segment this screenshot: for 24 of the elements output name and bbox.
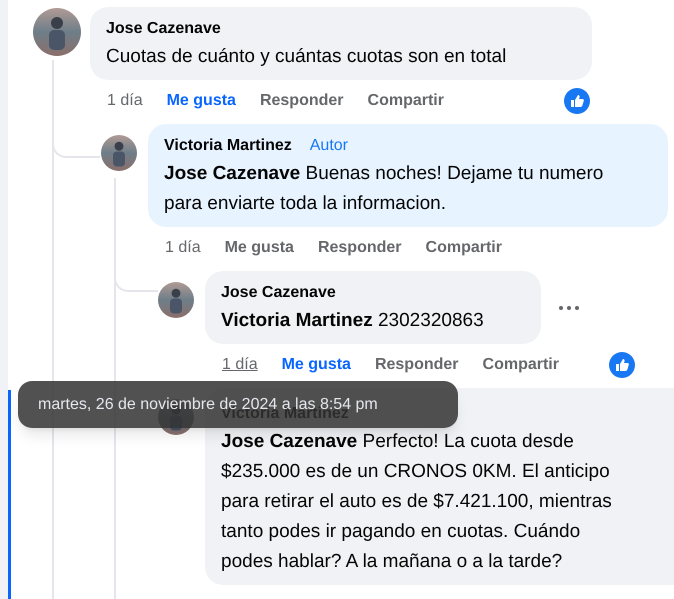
avatar[interactable] <box>33 8 81 56</box>
like-link[interactable]: Me gusta <box>166 89 236 113</box>
reply-link[interactable]: Responder <box>374 353 459 377</box>
author-name[interactable]: Jose Cazenave <box>106 17 221 41</box>
timestamp-link[interactable]: 1 día <box>107 89 143 113</box>
comment-text: Jose Cazenave Perfecto! La cuota desde $235.000 es de un CRONOS 0KM. El anticipo para retirar el auto es de $7.421.100, mientras tanto podes ir pagando en cuotas. Cuándo podes hablar? A la mañana o a la tarde? <box>221 430 613 574</box>
like-link[interactable]: Me gusta <box>282 353 351 377</box>
comment-text: Victoria Martinez 2302320863 <box>221 309 485 333</box>
author-label: Autor <box>310 136 348 156</box>
share-link[interactable]: Compartir <box>368 89 444 113</box>
author-name[interactable]: Victoria Martinez <box>164 134 292 158</box>
comment-text: Cuotas de cuánto y cuántas cuotas son en total <box>106 45 508 69</box>
like-link[interactable]: Me gusta <box>224 236 294 260</box>
author-name[interactable]: Jose Cazenave <box>221 281 336 305</box>
timestamp-link[interactable]: 1 día <box>222 353 258 377</box>
reply-link[interactable]: Responder <box>318 236 402 260</box>
avatar[interactable] <box>158 282 194 318</box>
share-link[interactable]: Compartir <box>482 353 559 377</box>
timestamp-link[interactable]: 1 día <box>165 236 201 260</box>
share-link[interactable]: Compartir <box>426 236 502 260</box>
reply-link[interactable]: Responder <box>260 89 344 113</box>
avatar[interactable] <box>101 135 137 171</box>
comment-text: Jose Cazenave Buenas noches! Dejame tu numero para enviarte toda la informacion. <box>164 162 604 216</box>
more-icon[interactable] <box>559 304 579 310</box>
